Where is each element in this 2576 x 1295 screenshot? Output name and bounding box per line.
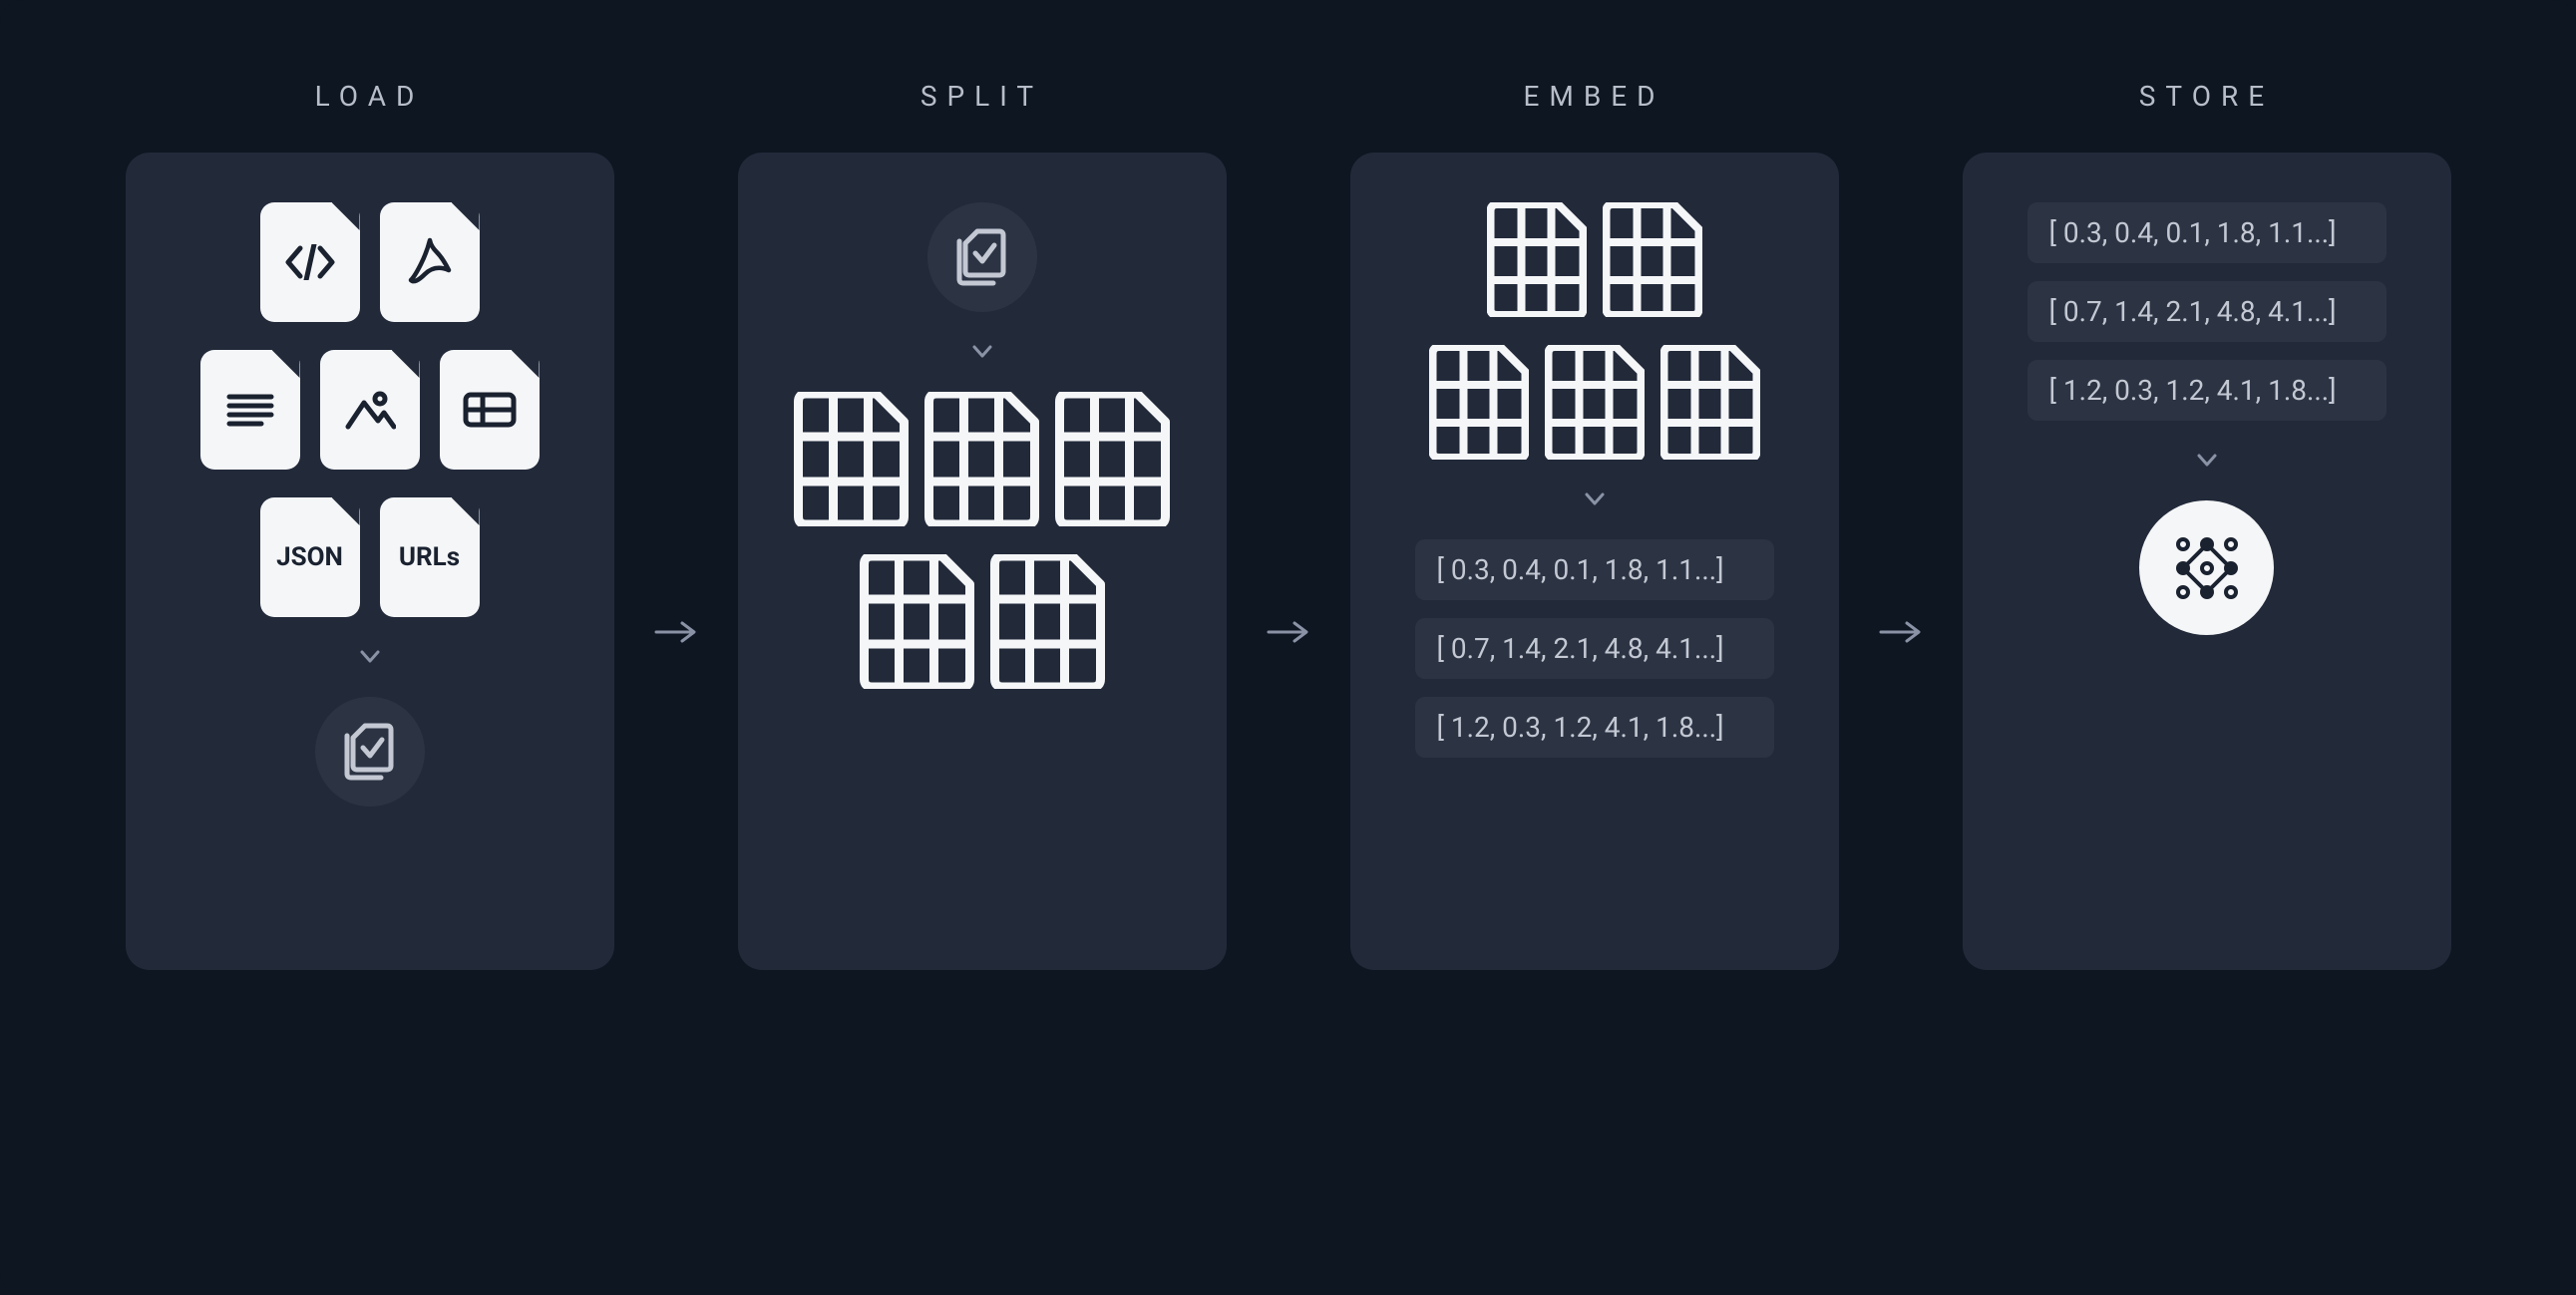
table-file-icon — [440, 350, 540, 470]
chunk-icon — [990, 554, 1105, 689]
stage-embed: EMBED [ 0.3, 0.4, 0.1, 1.8, 1.1...] [ 0.… — [1350, 80, 1839, 970]
json-file-label: JSON — [276, 542, 343, 572]
caret-down-icon — [970, 340, 994, 364]
urls-file-icon: URLs — [380, 497, 480, 617]
stage-label-embed: EMBED — [1523, 80, 1664, 113]
stage-label-split: SPLIT — [920, 80, 1043, 113]
json-file-icon: JSON — [260, 497, 360, 617]
loaded-docs-icon — [315, 697, 425, 807]
pdf-file-icon — [380, 202, 480, 322]
chunk-icon — [1487, 202, 1587, 317]
stored-vector: [ 0.7, 1.4, 2.1, 4.8, 4.1...] — [2027, 281, 2387, 342]
chunk-icon — [1545, 345, 1645, 460]
chunk-icon — [860, 554, 974, 689]
pipeline-diagram: LOAD — [0, 0, 2576, 1295]
embedding-vector: [ 0.3, 0.4, 0.1, 1.8, 1.1...] — [1415, 539, 1774, 600]
stage-label-store: STORE — [2139, 80, 2274, 113]
stored-vector: [ 1.2, 0.3, 1.2, 4.1, 1.8...] — [2027, 360, 2387, 421]
text-file-icon — [200, 350, 300, 470]
arrow-right-icon — [1879, 618, 1923, 646]
arrow-right-icon — [654, 618, 698, 646]
caret-down-icon — [358, 645, 382, 669]
chunk-icon — [1429, 345, 1529, 460]
panel-store: [ 0.3, 0.4, 0.1, 1.8, 1.1...] [ 0.7, 1.4… — [1963, 153, 2451, 970]
vector-store-icon — [2139, 500, 2274, 635]
embedding-vector: [ 1.2, 0.3, 1.2, 4.1, 1.8...] — [1415, 697, 1774, 758]
image-file-icon — [320, 350, 420, 470]
stage-label-load: LOAD — [315, 80, 425, 113]
caret-down-icon — [1583, 487, 1607, 511]
stored-vector: [ 0.3, 0.4, 0.1, 1.8, 1.1...] — [2027, 202, 2387, 263]
chunk-icon — [794, 392, 909, 526]
stage-load: LOAD — [126, 80, 614, 970]
chunk-icon — [1603, 202, 1702, 317]
panel-load: JSON URLs — [126, 153, 614, 970]
chunk-icon — [1055, 392, 1170, 526]
chunk-icon — [1660, 345, 1760, 460]
panel-embed: [ 0.3, 0.4, 0.1, 1.8, 1.1...] [ 0.7, 1.4… — [1350, 153, 1839, 970]
embedding-vector: [ 0.7, 1.4, 2.1, 4.8, 4.1...] — [1415, 618, 1774, 679]
split-input-icon — [927, 202, 1037, 312]
urls-file-label: URLs — [399, 542, 460, 572]
caret-down-icon — [2195, 449, 2219, 473]
stage-store: STORE [ 0.3, 0.4, 0.1, 1.8, 1.1...] [ 0.… — [1963, 80, 2451, 970]
arrow-right-icon — [1267, 618, 1310, 646]
chunk-icon — [924, 392, 1039, 526]
stage-split: SPLIT — [738, 80, 1227, 970]
panel-split — [738, 153, 1227, 970]
code-file-icon — [260, 202, 360, 322]
